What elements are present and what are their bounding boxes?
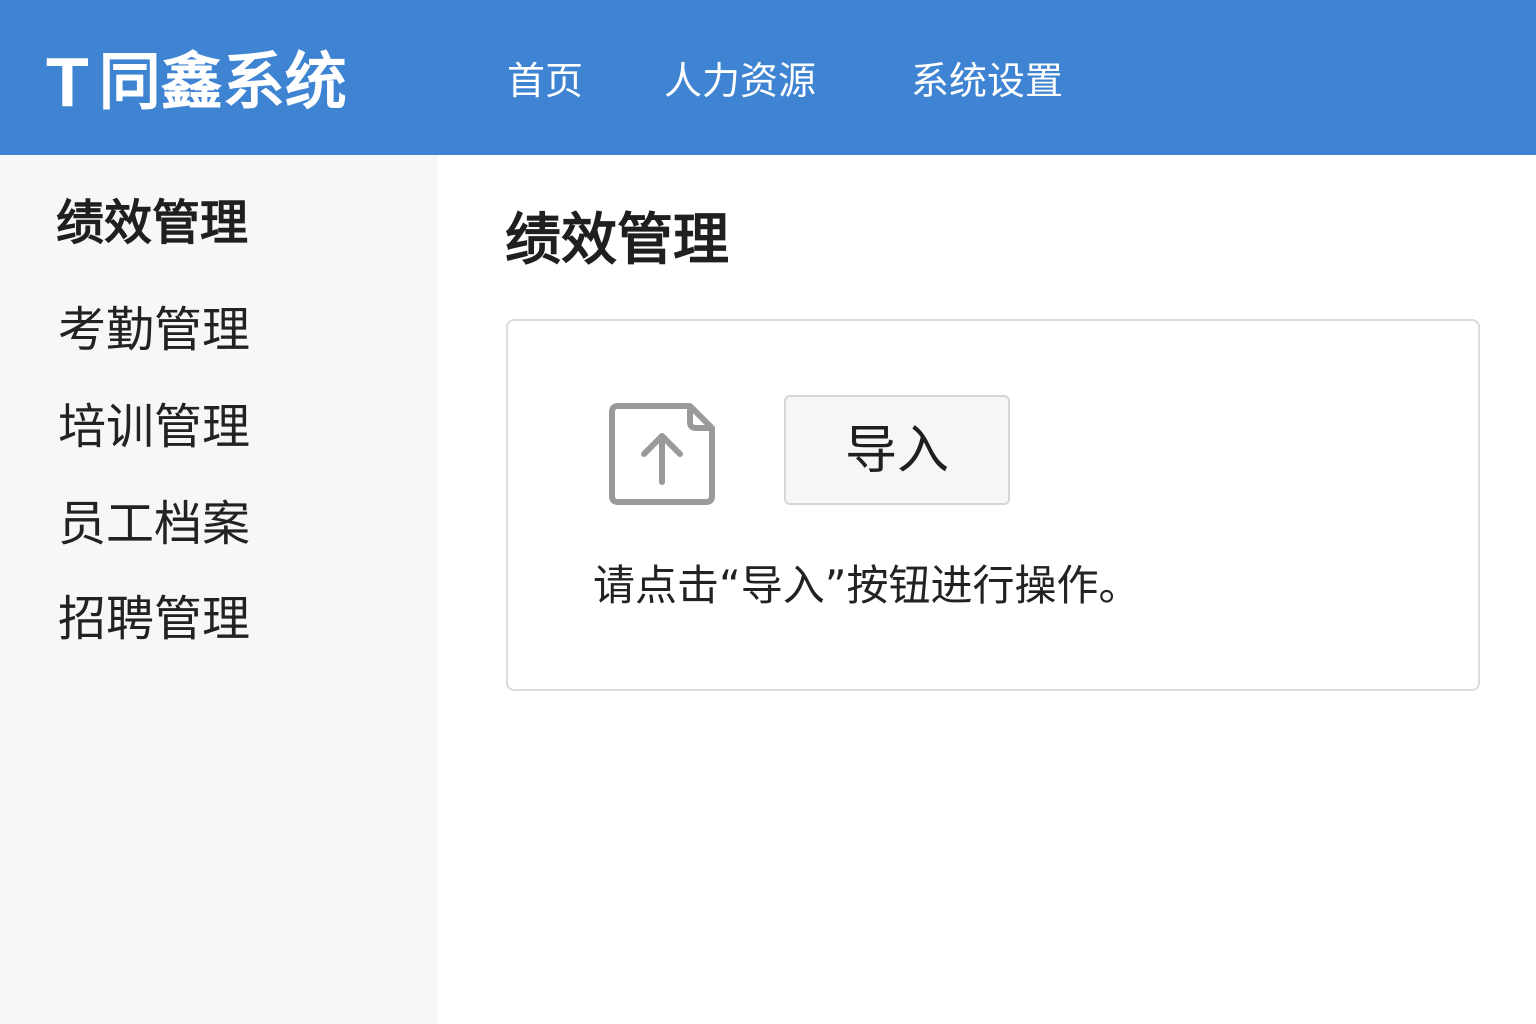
page-title: 绩效管理: [505, 208, 729, 273]
top-header: T 同鑫系统 首页 人力资源 系统设置: [0, 0, 1536, 155]
import-button[interactable]: 导入: [784, 395, 1010, 505]
hint-text: 请点击“导入”按钮进行操作。: [593, 561, 1141, 610]
sidebar-item-performance[interactable]: 绩效管理: [56, 192, 248, 254]
upload-file-icon[interactable]: [608, 402, 716, 506]
nav-item-hr[interactable]: 人力资源: [664, 55, 816, 107]
sidebar-item-attendance[interactable]: 考勤管理: [58, 299, 250, 361]
app-logo[interactable]: T 同鑫系统: [46, 44, 347, 120]
sidebar-item-employee-records[interactable]: 员工档案: [58, 493, 250, 555]
app-name: 同鑫系统: [98, 45, 347, 118]
nav-item-home[interactable]: 首页: [507, 55, 583, 107]
logo-mark: T: [46, 43, 89, 121]
sidebar-item-training[interactable]: 培训管理: [58, 396, 250, 458]
nav-item-settings[interactable]: 系统设置: [911, 55, 1063, 107]
sidebar-item-recruitment[interactable]: 招聘管理: [58, 588, 250, 650]
